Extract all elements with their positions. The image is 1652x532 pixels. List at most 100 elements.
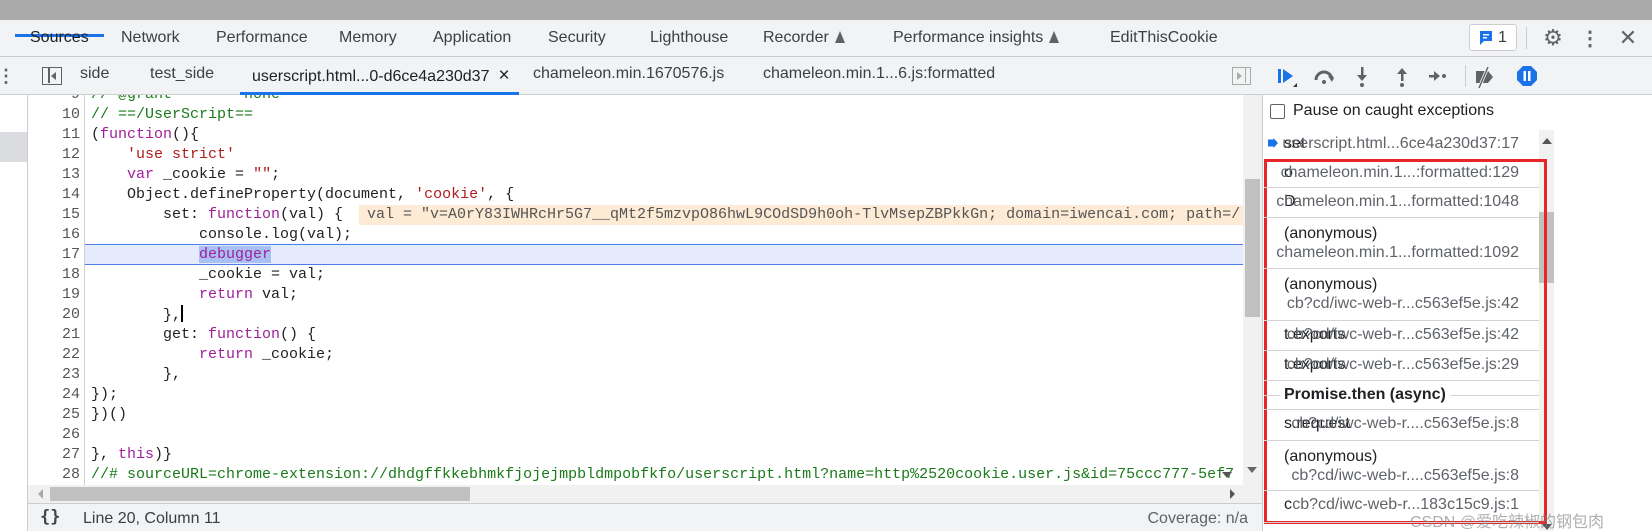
- code-line[interactable]: debugger: [91, 245, 272, 265]
- line-number[interactable]: 19: [28, 285, 80, 305]
- code-editor[interactable]: // @grant none// ==/UserScript==(functio…: [28, 95, 1262, 485]
- tab-recorder[interactable]: Recorder: [763, 29, 845, 47]
- line-number[interactable]: 25: [28, 405, 80, 425]
- step-into-icon[interactable]: [1355, 66, 1369, 88]
- scroll-right-arrow-icon[interactable]: [1230, 489, 1235, 499]
- expand-arrow-icon[interactable]: [1222, 472, 1232, 478]
- tab-application[interactable]: Application: [433, 29, 511, 47]
- code-line[interactable]: console.log(val);: [91, 225, 352, 245]
- pause-on-caught-checkbox[interactable]: [1270, 104, 1285, 119]
- call-frame[interactable]: o chameleon.min.1...:formatted:129: [1264, 159, 1539, 188]
- line-number[interactable]: 9: [28, 95, 80, 105]
- navigator-selected-item[interactable]: [0, 132, 27, 162]
- issues-button[interactable]: 1: [1469, 24, 1517, 51]
- editor-horizontal-scroll-thumb[interactable]: [50, 487, 470, 501]
- code-line[interactable]: return val;: [91, 285, 298, 305]
- line-number[interactable]: 24: [28, 385, 80, 405]
- frame-location[interactable]: userscript.html...6ce4a230d37:17: [1282, 135, 1519, 153]
- tab-editthiscookie[interactable]: EditThisCookie: [1110, 29, 1218, 47]
- frame-location[interactable]: chameleon.min.1...formatted:1048: [1276, 193, 1519, 211]
- code-line[interactable]: },: [91, 305, 183, 326]
- call-frame[interactable]: (anonymous) cb?cd/iwc-web-r...c563ef5e.js…: [1264, 269, 1539, 321]
- code-line[interactable]: get: function() {: [91, 325, 316, 345]
- file-tab-test-side[interactable]: test_side: [150, 65, 214, 83]
- toggle-navigator-icon[interactable]: [42, 67, 62, 85]
- settings-gear-icon[interactable]: ⚙: [1541, 25, 1565, 50]
- line-number[interactable]: 26: [28, 425, 80, 445]
- code-line[interactable]: // ==/UserScript==: [91, 105, 253, 125]
- call-frame[interactable]: c cb?cd/iwc-web-r...183c15c9.js:1: [1264, 491, 1539, 523]
- code-line[interactable]: },: [91, 365, 181, 385]
- line-number[interactable]: 21: [28, 325, 80, 345]
- call-frame[interactable]: (anonymous) chameleon.min.1...formatted:1…: [1264, 218, 1539, 269]
- file-tab-userscript-html-0-d6ce4a230d37[interactable]: userscript.html...0-d6ce4a230d37 ×: [252, 65, 510, 87]
- call-frame[interactable]: t.exports cb?cd/iwc-web-r...c563ef5e.js:2…: [1264, 351, 1539, 381]
- frame-location[interactable]: cb?cd/iwc-web-r...c563ef5e.js:42: [1287, 295, 1519, 313]
- tab-security[interactable]: Security: [548, 29, 606, 47]
- code-line[interactable]: })(): [91, 405, 127, 425]
- file-tab-chameleon-min-1670576-js[interactable]: chameleon.min.1670576.js: [533, 65, 724, 83]
- call-frame[interactable]: (anonymous) cb?cd/iwc-web-r....c563ef5e.j…: [1264, 441, 1539, 491]
- code-line[interactable]: }, this)}: [91, 445, 172, 465]
- frame-location[interactable]: cb?cd/iwc-web-r...c563ef5e.js:29: [1287, 356, 1519, 374]
- deactivate-breakpoints-icon[interactable]: [1472, 65, 1496, 89]
- line-number[interactable]: 16: [28, 225, 80, 245]
- line-number[interactable]: 18: [28, 265, 80, 285]
- more-options-icon[interactable]: ⋮: [1580, 26, 1600, 50]
- file-tab-side[interactable]: side: [80, 65, 109, 83]
- tab-network[interactable]: Network: [121, 29, 180, 47]
- tab-performance[interactable]: Performance: [216, 29, 308, 47]
- line-number[interactable]: 23: [28, 365, 80, 385]
- frame-location[interactable]: cb?cd/iwc-web-r....c563ef5e.js:8: [1291, 467, 1519, 485]
- frame-location[interactable]: chameleon.min.1...:formatted:129: [1281, 164, 1519, 182]
- line-number[interactable]: 22: [28, 345, 80, 365]
- tab-performance-insights[interactable]: Performance insights: [893, 29, 1060, 47]
- frame-location[interactable]: cb?cd/iwc-web-r....c563ef5e.js:8: [1291, 415, 1519, 433]
- frame-location[interactable]: chameleon.min.1...formatted:1092: [1276, 244, 1519, 262]
- tab-lighthouse[interactable]: Lighthouse: [650, 29, 728, 47]
- step-over-icon[interactable]: [1313, 66, 1337, 86]
- code-line[interactable]: //# sourceURL=chrome-extension://dhdgffk…: [91, 465, 1234, 485]
- step-icon[interactable]: [1428, 68, 1448, 84]
- close-devtools-icon[interactable]: ✕: [1617, 25, 1639, 50]
- pretty-print-icon[interactable]: {}: [40, 507, 60, 527]
- code-line[interactable]: 'use strict': [91, 145, 235, 165]
- pause-on-exceptions-icon[interactable]: [1516, 65, 1538, 87]
- frame-location[interactable]: cb?cd/iwc-web-r...183c15c9.js:1: [1292, 496, 1519, 514]
- line-number[interactable]: 13: [28, 165, 80, 185]
- call-frame[interactable]: set userscript.html...6ce4a230d37:17: [1264, 130, 1539, 159]
- line-number[interactable]: 14: [28, 185, 80, 205]
- code-line[interactable]: set: function(val) {: [91, 205, 343, 225]
- code-line[interactable]: return _cookie;: [91, 345, 334, 365]
- line-number[interactable]: 10: [28, 105, 80, 125]
- scroll-up-arrow-icon[interactable]: [1542, 138, 1552, 144]
- line-number[interactable]: 20: [28, 305, 80, 325]
- line-number[interactable]: 12: [28, 145, 80, 165]
- tab-memory[interactable]: Memory: [339, 29, 397, 47]
- editor-vertical-scroll-thumb[interactable]: [1245, 179, 1260, 317]
- call-frame[interactable]: s.request cb?cd/iwc-web-r....c563ef5e.js:…: [1264, 410, 1539, 441]
- frame-location[interactable]: cb?cd/iwc-web-r...c563ef5e.js:42: [1287, 326, 1519, 344]
- line-number[interactable]: 11: [28, 125, 80, 145]
- code-line[interactable]: // @grant none: [91, 95, 280, 105]
- close-tab-icon[interactable]: ×: [498, 65, 509, 86]
- call-frame[interactable]: Dchameleon.min.1...formatted:1048: [1264, 188, 1539, 218]
- step-out-icon[interactable]: [1395, 66, 1409, 88]
- scroll-down-arrow-icon[interactable]: [1247, 467, 1257, 473]
- file-tab-chameleon-min-1-6-js-formatted[interactable]: chameleon.min.1...6.js:formatted: [763, 65, 995, 83]
- code-line[interactable]: var _cookie = "";: [91, 165, 280, 185]
- code-line[interactable]: });: [91, 385, 118, 405]
- scroll-left-arrow-icon[interactable]: [38, 489, 43, 499]
- code-line[interactable]: _cookie = val;: [91, 265, 325, 285]
- line-number[interactable]: 15: [28, 205, 80, 225]
- resume-icon[interactable]: [1276, 66, 1298, 88]
- line-number[interactable]: 27: [28, 445, 80, 465]
- code-line[interactable]: Object.defineProperty(document, 'cookie'…: [91, 185, 514, 205]
- tab-sources[interactable]: Sources: [30, 29, 89, 47]
- call-frame[interactable]: t.exports cb?cd/iwc-web-r...c563ef5e.js:4…: [1264, 321, 1539, 351]
- toggle-debugger-sidebar-icon[interactable]: [1232, 67, 1251, 85]
- line-number[interactable]: 28: [28, 465, 80, 485]
- more-icon[interactable]: ⋮: [0, 64, 15, 88]
- code-line[interactable]: (function(){: [91, 125, 199, 145]
- line-number[interactable]: 17: [28, 245, 80, 265]
